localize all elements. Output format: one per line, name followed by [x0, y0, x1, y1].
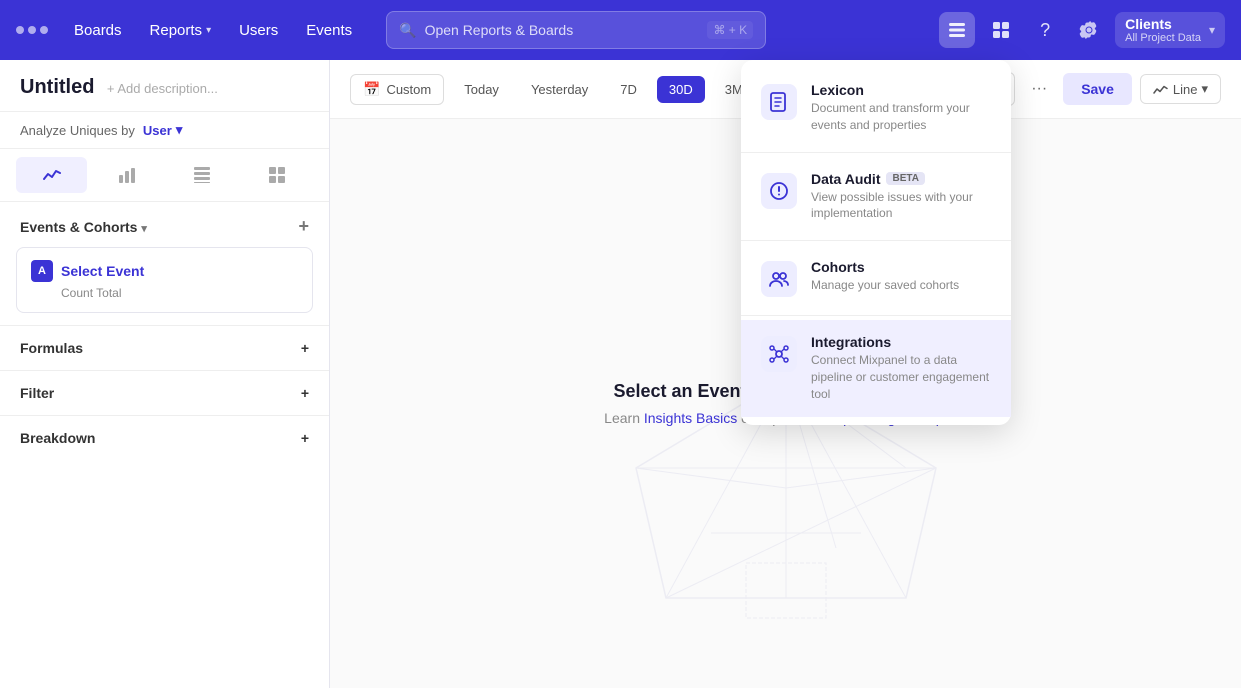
- event-count: Count Total: [61, 286, 298, 300]
- menu-item-title-cohorts: Cohorts: [811, 259, 991, 275]
- menu-divider: [741, 240, 1011, 241]
- events-cohorts-label: Events & Cohorts ▾: [20, 219, 147, 235]
- client-chevron-icon: ▾: [1209, 23, 1215, 37]
- insights-basics-link[interactable]: Insights Basics: [644, 410, 737, 426]
- menu-icon-data-audit: [761, 173, 797, 209]
- calendar-icon: 📅: [363, 81, 380, 98]
- custom-date-btn[interactable]: 📅 Custom: [350, 74, 444, 105]
- line-label: Line: [1173, 82, 1198, 97]
- menu-item-desc-data-audit: View possible issues with your implement…: [811, 189, 991, 223]
- dot-2: [28, 26, 36, 34]
- question-icon: ?: [1040, 20, 1050, 41]
- search-text: Open Reports & Boards: [425, 22, 700, 38]
- search-icon: 🔍: [399, 22, 416, 39]
- formulas-section[interactable]: Formulas +: [0, 325, 329, 370]
- custom-label: Custom: [386, 82, 431, 97]
- analyze-bar: Analyze Uniques by User ▾: [0, 112, 329, 149]
- event-name: Select Event: [61, 263, 144, 279]
- help-icon-btn[interactable]: ?: [1027, 12, 1063, 48]
- menu-divider: [741, 152, 1011, 153]
- menu-item-desc-lexicon: Document and transform your events and p…: [811, 100, 991, 134]
- yesterday-btn[interactable]: Yesterday: [519, 76, 600, 103]
- chart-type-line[interactable]: [16, 157, 87, 193]
- nav-events[interactable]: Events: [296, 16, 362, 45]
- 30d-btn[interactable]: 30D: [657, 76, 705, 103]
- apps-dropdown-menu: Lexicon Document and transform your even…: [741, 60, 1011, 425]
- client-name: Clients: [1125, 16, 1201, 32]
- nav-users[interactable]: Users: [229, 16, 288, 45]
- sidebar: Untitled + Add description... Analyze Un…: [0, 60, 330, 688]
- dot-3: [40, 26, 48, 34]
- settings-icon-btn[interactable]: [1071, 12, 1107, 48]
- project-name: All Project Data: [1125, 32, 1201, 44]
- menu-icon-lexicon: [761, 84, 797, 120]
- menu-item-cohorts[interactable]: Cohorts Manage your saved cohorts: [741, 245, 1011, 311]
- line-chart-select[interactable]: Line ▾: [1140, 74, 1221, 104]
- chart-type-grid[interactable]: [242, 157, 313, 193]
- menu-item-title-integrations: Integrations: [811, 334, 991, 350]
- event-icon: A: [31, 260, 53, 282]
- grid-icon-btn[interactable]: [983, 12, 1019, 48]
- menu-item-desc-integrations: Connect Mixpanel to a data pipeline or c…: [811, 352, 991, 402]
- filter-label: Filter: [20, 385, 54, 401]
- menu-icon-integrations: [761, 336, 797, 372]
- add-event-btn[interactable]: +: [298, 216, 309, 237]
- menu-item-data-audit[interactable]: Data Audit BETA View possible issues wit…: [741, 157, 1011, 237]
- 7d-btn[interactable]: 7D: [608, 76, 649, 103]
- doc-title: Untitled: [20, 76, 94, 98]
- user-select[interactable]: User ▾: [143, 122, 182, 138]
- menu-item-content-cohorts: Cohorts Manage your saved cohorts: [811, 259, 991, 294]
- data-icon-btn[interactable]: [939, 12, 975, 48]
- chart-type-selector: [0, 149, 329, 202]
- chart-type-table[interactable]: [167, 157, 238, 193]
- main-layout: Untitled + Add description... Analyze Un…: [0, 60, 1241, 688]
- events-chevron-icon: ▾: [141, 223, 147, 235]
- event-card[interactable]: A Select Event Count Total: [16, 247, 313, 313]
- chart-type-bar[interactable]: [91, 157, 162, 193]
- event-top: A Select Event: [31, 260, 298, 282]
- reports-chevron-icon: ▾: [206, 25, 211, 36]
- save-button[interactable]: Save: [1063, 73, 1132, 105]
- nav-right: ? Clients All Project Data ▾: [939, 12, 1225, 48]
- add-breakdown-btn[interactable]: +: [301, 430, 309, 446]
- top-nav: Boards Reports ▾ Users Events 🔍 Open Rep…: [0, 0, 1241, 60]
- client-info: Clients All Project Data: [1125, 16, 1201, 44]
- client-project-badge[interactable]: Clients All Project Data ▾: [1115, 12, 1225, 48]
- keyboard-shortcut: ⌘ + K: [707, 21, 753, 39]
- menu-item-title-lexicon: Lexicon: [811, 82, 991, 98]
- search-bar[interactable]: 🔍 Open Reports & Boards ⌘ + K: [386, 11, 766, 49]
- analyze-label: Analyze Uniques by: [20, 123, 135, 138]
- more-options-btn[interactable]: ···: [1023, 76, 1055, 102]
- menu-item-content-integrations: Integrations Connect Mixpanel to a data …: [811, 334, 991, 402]
- menu-item-content-lexicon: Lexicon Document and transform your even…: [811, 82, 991, 134]
- menu-icon-cohorts: [761, 261, 797, 297]
- sidebar-header: Untitled + Add description...: [0, 60, 329, 112]
- menu-item-content-data-audit: Data Audit BETA View possible issues wit…: [811, 171, 991, 223]
- today-btn[interactable]: Today: [452, 76, 511, 103]
- menu-item-title-data-audit: Data Audit BETA: [811, 171, 991, 187]
- add-filter-btn[interactable]: +: [301, 385, 309, 401]
- menu-item-lexicon[interactable]: Lexicon Document and transform your even…: [741, 68, 1011, 148]
- formulas-label: Formulas: [20, 340, 83, 356]
- filter-section[interactable]: Filter +: [0, 370, 329, 415]
- user-select-chevron: ▾: [176, 122, 183, 138]
- breakdown-section[interactable]: Breakdown +: [0, 415, 329, 460]
- nav-boards[interactable]: Boards: [64, 16, 132, 45]
- breakdown-label: Breakdown: [20, 430, 95, 446]
- beta-badge: BETA: [886, 172, 924, 185]
- menu-divider: [741, 315, 1011, 316]
- nav-reports[interactable]: Reports ▾: [140, 16, 222, 45]
- nav-logo: [16, 26, 48, 34]
- user-select-label: User: [143, 123, 172, 138]
- add-formula-btn[interactable]: +: [301, 340, 309, 356]
- menu-item-desc-cohorts: Manage your saved cohorts: [811, 277, 991, 294]
- menu-item-integrations[interactable]: Integrations Connect Mixpanel to a data …: [741, 320, 1011, 416]
- line-chevron-icon: ▾: [1201, 81, 1208, 97]
- add-description-btn[interactable]: + Add description...: [107, 81, 218, 96]
- dot-1: [16, 26, 24, 34]
- events-cohorts-section[interactable]: Events & Cohorts ▾ +: [0, 202, 329, 247]
